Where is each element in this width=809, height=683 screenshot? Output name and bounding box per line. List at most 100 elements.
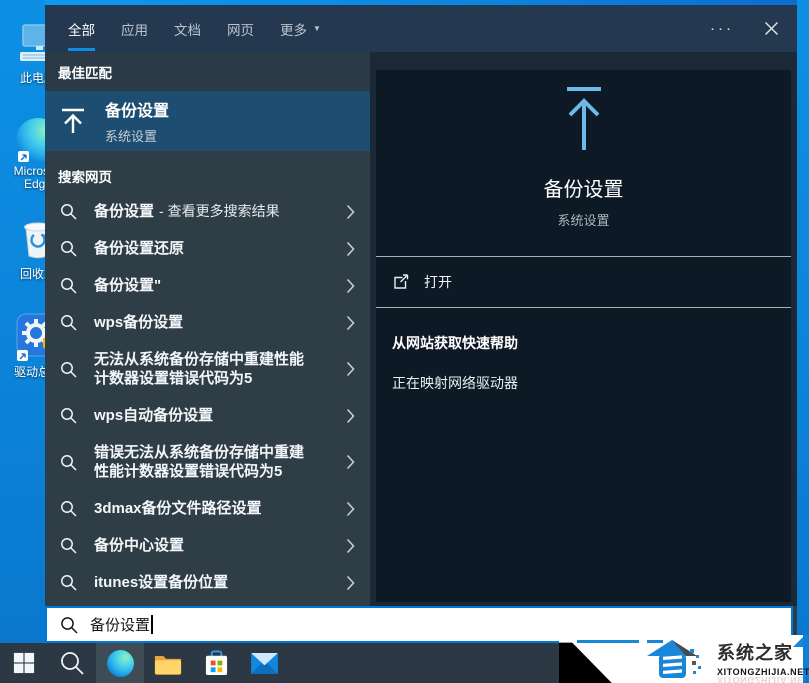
best-match-header: 最佳匹配 xyxy=(45,62,370,91)
search-suggestion-icon xyxy=(60,454,77,471)
desktop-icon-label: 此电脑 xyxy=(20,72,45,85)
search-suggestion-icon xyxy=(60,500,77,517)
edge-icon xyxy=(107,650,134,677)
edge-icon xyxy=(16,118,45,162)
suggestion-row[interactable]: 备份设置还原 xyxy=(45,230,370,267)
search-icon xyxy=(59,650,85,676)
best-match-title: 备份设置 xyxy=(105,97,169,121)
search-filter-tabs: 全部 应用 文档 网页 更多▼ ··· xyxy=(45,5,797,52)
suggestion-row[interactable]: 无法从系统备份存储中重建性能计数器设置错误代码为5 xyxy=(45,341,370,397)
desktop-icon-driver-app[interactable]: 驱动总裁 xyxy=(2,312,45,379)
tab-apps[interactable]: 应用 xyxy=(121,5,148,52)
chevron-right-icon xyxy=(346,315,355,331)
watermark: 系统之家 XITONGZHIJIA.NET XITONGZHIJIA.NET xyxy=(559,635,809,683)
search-input-value: 备份设置 xyxy=(90,614,150,635)
microsoft-store-icon xyxy=(204,650,229,676)
open-icon xyxy=(392,274,409,290)
suggestion-text: 备份设置- 查看更多搜索结果 xyxy=(94,202,312,221)
chevron-right-icon xyxy=(346,575,355,591)
edge-taskbar-button[interactable] xyxy=(96,643,144,683)
suggestion-text: 备份设置还原 xyxy=(94,239,312,258)
desktop-root: { "colors": { "accent": "#0078d7", "desk… xyxy=(0,0,809,683)
suggestion-text: 错误无法从系统备份存储中重建性能计数器设置错误代码为5 xyxy=(94,443,312,481)
chevron-right-icon xyxy=(346,538,355,554)
tab-web[interactable]: 网页 xyxy=(227,5,254,52)
chevron-right-icon xyxy=(346,241,355,257)
open-action[interactable]: 打开 xyxy=(376,257,791,307)
recycle-bin-icon xyxy=(17,216,45,265)
chevron-right-icon xyxy=(346,361,355,377)
this-pc-icon xyxy=(17,22,45,69)
best-match-result[interactable]: 备份设置 系统设置 xyxy=(45,91,370,151)
suggestion-text: itunes设置备份位置 xyxy=(94,573,312,592)
start-button[interactable] xyxy=(0,643,48,683)
chevron-down-icon: ▼ xyxy=(313,24,321,33)
desktop-icon-strip: 此电脑 Microsoft Edge 回收站 xyxy=(0,0,45,643)
mail-icon xyxy=(251,653,278,674)
ellipsis-menu-button[interactable]: ··· xyxy=(710,24,734,34)
chevron-right-icon xyxy=(346,204,355,220)
suggestion-row[interactable]: itunes设置备份位置 xyxy=(45,564,370,601)
suggestion-row[interactable]: wps备份设置 xyxy=(45,304,370,341)
suggestion-row[interactable]: 备份设置- 查看更多搜索结果 xyxy=(45,193,370,230)
backup-arrow-icon xyxy=(58,107,88,135)
search-suggestion-icon xyxy=(60,240,77,257)
preview-subtitle: 系统设置 xyxy=(557,210,609,229)
divider xyxy=(376,307,791,308)
suggestion-text: 备份设置" xyxy=(94,276,312,295)
search-suggestion-icon xyxy=(60,537,77,554)
taskbar-search-button[interactable] xyxy=(48,643,96,683)
watermark-name: 系统之家 xyxy=(717,639,809,665)
help-section-header: 从网站获取快速帮助 xyxy=(392,333,518,353)
search-suggestion-icon xyxy=(60,361,77,378)
search-suggestion-icon xyxy=(60,277,77,294)
suggestion-text: 备份中心设置 xyxy=(94,536,312,555)
shortcut-arrow-icon xyxy=(17,350,28,361)
search-flyout: 全部 应用 文档 网页 更多▼ ··· 最佳匹配 xyxy=(45,0,797,643)
tab-documents[interactable]: 文档 xyxy=(174,5,201,52)
search-suggestion-icon xyxy=(60,574,77,591)
desktop-icon-edge[interactable]: Microsoft Edge xyxy=(2,118,45,191)
close-button[interactable] xyxy=(764,21,779,36)
desktop-icon-recycle-bin[interactable]: 回收站 xyxy=(2,216,45,281)
open-label: 打开 xyxy=(424,272,452,292)
text-caret xyxy=(151,615,153,634)
search-icon xyxy=(60,616,78,634)
watermark-reflection: XITONGZHIJIA.NET xyxy=(717,675,809,683)
store-button[interactable] xyxy=(192,643,240,683)
mail-button[interactable] xyxy=(240,643,288,683)
file-explorer-icon xyxy=(154,652,182,675)
preview-title: 备份设置 xyxy=(544,173,624,202)
tab-more[interactable]: 更多▼ xyxy=(280,5,321,52)
chevron-right-icon xyxy=(346,408,355,424)
watermark-logo-icon xyxy=(645,637,713,683)
windows-logo-icon xyxy=(13,652,35,674)
driver-app-icon xyxy=(15,312,45,363)
tab-all[interactable]: 全部 xyxy=(68,5,95,52)
best-match-subtitle: 系统设置 xyxy=(105,126,169,145)
suggestion-row[interactable]: wps自动备份设置 xyxy=(45,397,370,434)
suggestion-row[interactable]: 备份中心设置 xyxy=(45,527,370,564)
suggestion-text: wps自动备份设置 xyxy=(94,406,312,425)
chevron-right-icon xyxy=(346,278,355,294)
preview-panel: 备份设置 系统设置 打开 从网站获取快速帮助 正在映射网络驱动器 xyxy=(370,52,797,606)
search-suggestion-icon xyxy=(60,407,77,424)
desktop-icon-label: 回收站 xyxy=(20,268,45,281)
help-link[interactable]: 正在映射网络驱动器 xyxy=(392,373,518,393)
search-suggestion-icon xyxy=(60,314,77,331)
chevron-right-icon xyxy=(346,454,355,470)
desktop-icon-this-pc[interactable]: 此电脑 xyxy=(2,22,45,85)
suggestion-row[interactable]: 错误无法从系统备份存储中重建性能计数器设置错误代码为5 xyxy=(45,434,370,490)
suggestion-row[interactable]: 3dmax备份文件路径设置 xyxy=(45,490,370,527)
results-column: 最佳匹配 备份设置 系统设置 搜索网页 xyxy=(45,52,370,606)
suggestion-text: 无法从系统备份存储中重建性能计数器设置错误代码为5 xyxy=(94,350,312,388)
suggestion-text: wps备份设置 xyxy=(94,313,312,332)
suggestion-text: 3dmax备份文件路径设置 xyxy=(94,499,312,518)
web-search-header: 搜索网页 xyxy=(58,166,370,186)
chevron-right-icon xyxy=(346,501,355,517)
desktop-icon-label: 驱动总裁 xyxy=(14,366,45,379)
file-explorer-button[interactable] xyxy=(144,643,192,683)
suggestion-row[interactable]: 备份设置" xyxy=(45,267,370,304)
search-suggestion-icon xyxy=(60,203,77,220)
desktop-icon-label: Microsoft Edge xyxy=(2,165,45,191)
